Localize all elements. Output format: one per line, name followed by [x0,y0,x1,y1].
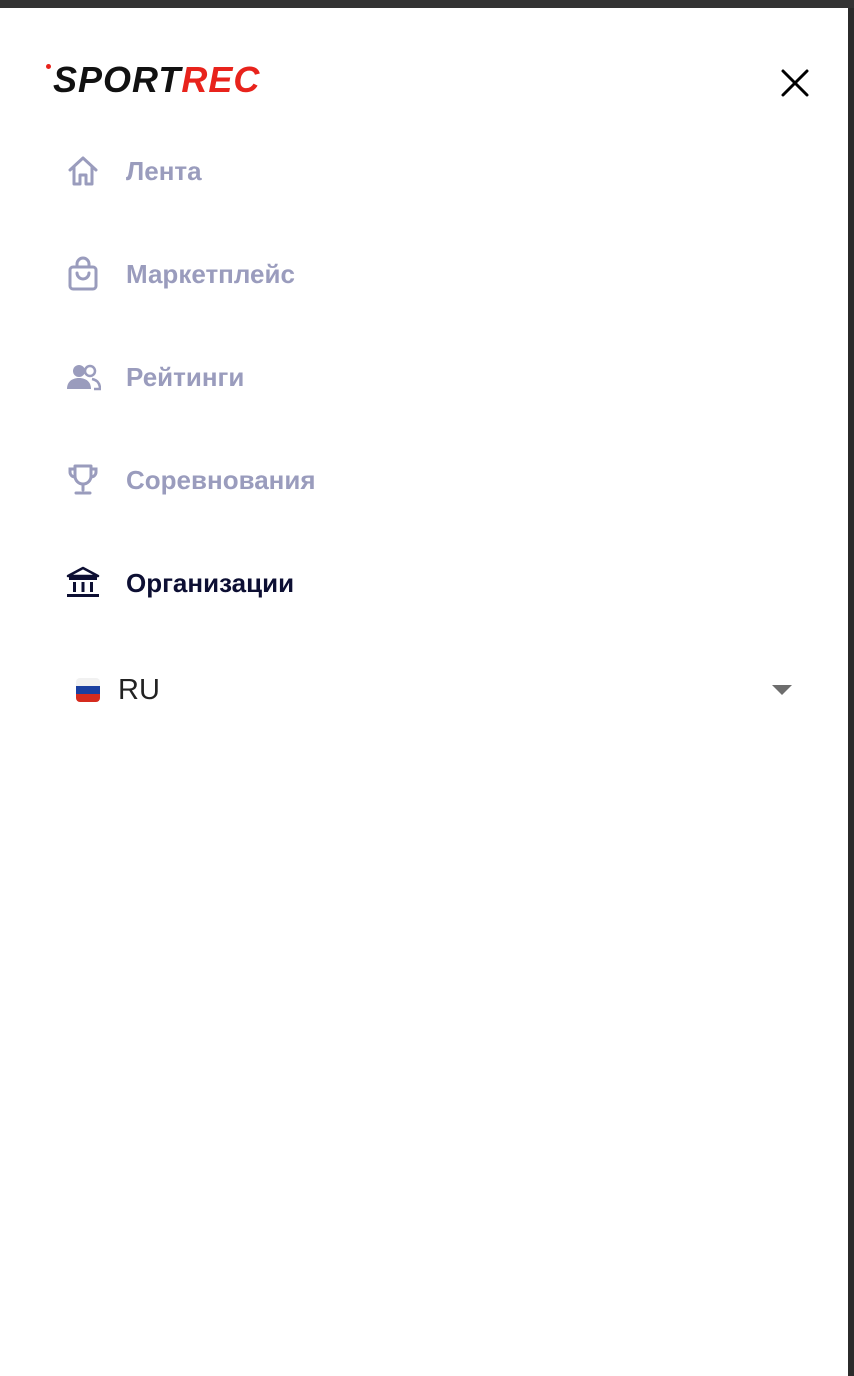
menu-panel: SPORT REC Лента Маркетплейс Рейтинги Сор… [0,8,848,1376]
logo-text-rec: REC [181,59,261,100]
window-edge [848,8,854,1376]
nav-item-label: Организации [126,568,295,598]
flag-stripe [76,686,100,694]
nav-item-label: Соревнования [126,465,316,495]
language-label: RU [118,673,160,706]
institution-icon [64,564,102,602]
language-selector[interactable]: RU [76,668,796,712]
nav-item-label: Маркетплейс [126,259,295,289]
nav-item-marketplace[interactable]: Маркетплейс [64,241,804,344]
close-icon [781,69,809,97]
logo-text-sport: SPORT [53,59,182,100]
trophy-icon [64,461,102,499]
main-navigation: Лента Маркетплейс Рейтинги Соревнования … [64,138,804,653]
nav-item-ratings[interactable]: Рейтинги [64,344,804,447]
logo-dot [46,64,51,69]
nav-item-competitions[interactable]: Соревнования [64,447,804,550]
flag-stripe [76,678,100,686]
nav-item-label: Лента [126,156,202,186]
nav-item-feed[interactable]: Лента [64,138,804,241]
users-icon [64,358,102,396]
nav-item-organizations[interactable]: Организации [64,550,804,653]
nav-item-label: Рейтинги [126,362,245,392]
sportrec-logo[interactable]: SPORT REC [46,60,260,100]
shopping-bag-icon [64,255,102,293]
close-button[interactable] [770,58,820,108]
chevron-down-icon [772,685,792,695]
flag-stripe [76,694,100,702]
russia-flag-icon [76,678,100,702]
home-icon [64,152,102,190]
